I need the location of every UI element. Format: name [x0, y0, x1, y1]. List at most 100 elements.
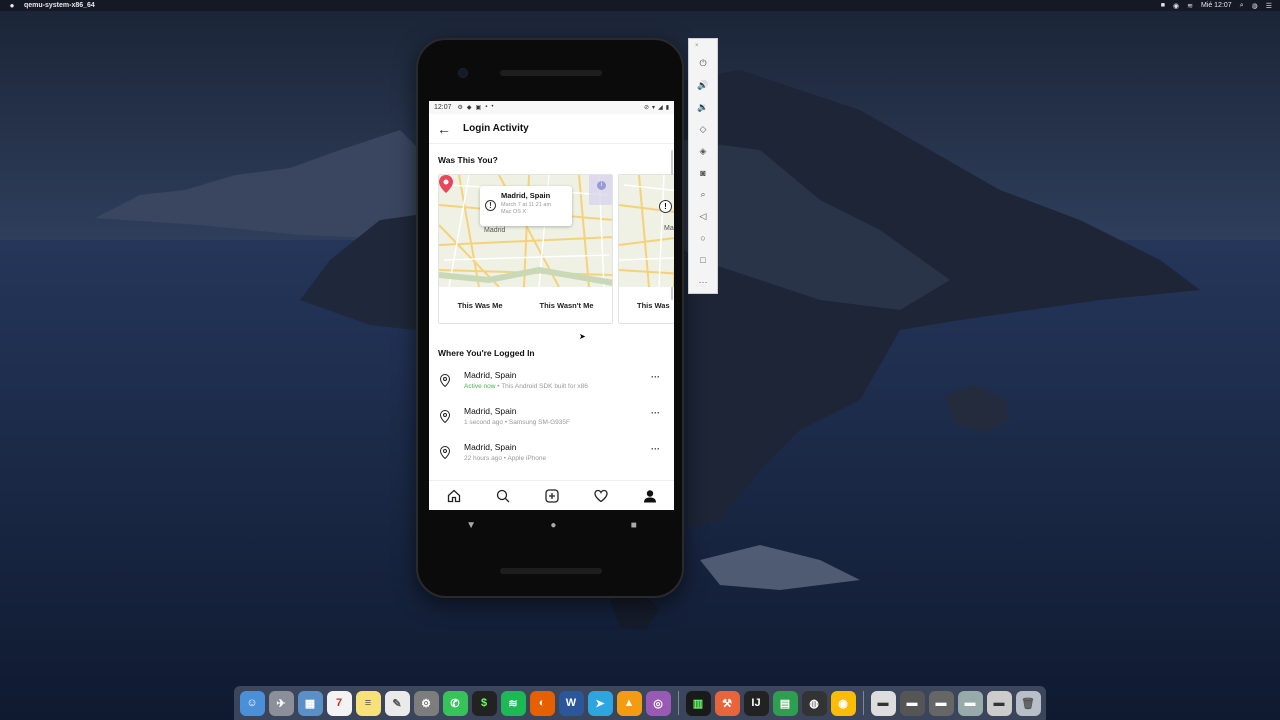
- sd-icon: ▪: [485, 104, 488, 110]
- home-icon[interactable]: ○: [691, 228, 715, 250]
- macos-dock: ☺ ✈ ▦ 7 ≡ ✎ ⚙ ✆ $ ≋ ◐ W ➤ ▲ ◎ ▥ ⚒ IJ ▤ ◍…: [234, 686, 1046, 720]
- more-icon[interactable]: ···: [691, 271, 715, 293]
- wifi-icon[interactable]: ≋: [1187, 2, 1193, 10]
- profile-icon[interactable]: [638, 484, 662, 508]
- status-notification-icons: ⚙ ◆ ▣ ▪ •: [458, 104, 494, 111]
- siri-icon[interactable]: ◍: [1252, 2, 1258, 10]
- more-options-icon[interactable]: ···: [651, 442, 665, 454]
- android-back-icon[interactable]: ▼: [466, 520, 476, 531]
- trash-icon[interactable]: 🗑: [1015, 690, 1041, 716]
- word-icon[interactable]: W: [558, 690, 584, 716]
- session-meta: Active now • This Android SDK built for …: [464, 383, 651, 390]
- top-speaker: [500, 70, 602, 76]
- notes-icon[interactable]: ≡: [355, 690, 381, 716]
- bubble-city: Madrid, Spain: [501, 191, 551, 200]
- spotify-icon[interactable]: ≋: [500, 690, 526, 716]
- folder-icon[interactable]: ▬: [899, 690, 925, 716]
- status-time: 12:07: [434, 104, 452, 111]
- menu-clock[interactable]: Mié 12:07: [1201, 2, 1232, 9]
- was-this-you-heading: Was This You?: [438, 155, 498, 165]
- activity-monitor-icon[interactable]: ▥: [685, 690, 711, 716]
- session-city: Madrid, Spain: [464, 406, 517, 416]
- login-activity-content[interactable]: Was This You? i ! Madrid, Spain March 7 …: [429, 144, 674, 466]
- power-icon[interactable]: ⏻: [691, 53, 715, 75]
- card-actions: This Was: [619, 287, 674, 323]
- volume-up-icon[interactable]: 🔊: [691, 75, 715, 97]
- intellij-icon[interactable]: IJ: [743, 690, 769, 716]
- status-system-icons: ⊘ ▾ ◢ ▮: [644, 104, 669, 111]
- session-row[interactable]: Madrid, Spain 1 second ago • Samsung SM-…: [438, 406, 665, 442]
- preview-icon[interactable]: ▦: [297, 690, 323, 716]
- android-home-icon[interactable]: ●: [550, 520, 556, 531]
- more-options-icon[interactable]: ···: [651, 370, 665, 382]
- this-wasnt-me-button[interactable]: This Wasn't Me: [540, 301, 594, 310]
- finder-icon[interactable]: ☺: [239, 690, 265, 716]
- mouse-cursor-icon: ➤: [579, 332, 586, 341]
- page-title: Login Activity: [463, 123, 529, 134]
- shield-icon: ◆: [466, 105, 472, 111]
- bottom-navigation: [429, 480, 674, 510]
- vlc-icon[interactable]: ▲: [616, 690, 642, 716]
- session-row[interactable]: Madrid, Spain 22 hours ago • Apple iPhon…: [438, 442, 665, 466]
- home-icon[interactable]: [442, 484, 466, 508]
- activity-heart-icon[interactable]: [589, 484, 613, 508]
- this-was-me-button[interactable]: This Was Me: [457, 301, 502, 310]
- camera-icon[interactable]: ◙: [691, 162, 715, 184]
- screen-record-icon[interactable]: ■: [1161, 2, 1165, 9]
- zoom-icon[interactable]: ⌕: [691, 184, 715, 206]
- launchpad-icon[interactable]: ✈: [268, 690, 294, 716]
- location-outline-icon: [438, 406, 464, 428]
- session-city: Madrid, Spain: [464, 370, 517, 380]
- search-icon[interactable]: [491, 484, 515, 508]
- folder-icon[interactable]: ▬: [928, 690, 954, 716]
- this-was-me-button[interactable]: This Was: [637, 301, 670, 310]
- spotlight-icon[interactable]: ⌕: [1240, 2, 1244, 10]
- mute-icon: ⊘: [644, 105, 650, 111]
- back-icon[interactable]: ◁: [691, 206, 715, 228]
- map-info-icon[interactable]: i: [597, 181, 606, 190]
- folder-icon[interactable]: ▬: [986, 690, 1012, 716]
- bubble-time: March 7 at 11:21 am: [501, 202, 552, 208]
- login-map[interactable]: i ! Madrid, Spain March 7 at 11:21 am Ma…: [439, 175, 612, 287]
- signal-icon: ◢: [658, 105, 663, 111]
- whatsapp-icon[interactable]: ✆: [442, 690, 468, 716]
- location-outline-icon: [438, 442, 464, 464]
- instruments-icon[interactable]: ⚒: [714, 690, 740, 716]
- rotate-right-icon[interactable]: ◈: [691, 140, 715, 162]
- firefox-icon[interactable]: ◐: [529, 690, 555, 716]
- rotate-left-icon[interactable]: ◇: [691, 118, 715, 140]
- numbers-icon[interactable]: ▤: [772, 690, 798, 716]
- menu-app-name[interactable]: qemu-system-x86_64: [24, 2, 95, 9]
- folder-icon[interactable]: ▬: [957, 690, 983, 716]
- chrome-icon[interactable]: ◉: [830, 690, 856, 716]
- session-detail: 22 hours ago • Apple iPhone: [464, 455, 547, 462]
- vpn-icon[interactable]: ◉: [1173, 2, 1179, 10]
- macos-menu-bar: ● qemu-system-x86_64 ■ ◉ ≋ Mié 12:07 ⌕ ◍…: [0, 0, 1280, 11]
- suspicious-login-carousel[interactable]: i ! Madrid, Spain March 7 at 11:21 am Ma…: [438, 174, 674, 324]
- login-map-partial[interactable]: ! Ma: [619, 175, 674, 287]
- dock-separator: [862, 691, 864, 715]
- terminal-icon[interactable]: $: [471, 690, 497, 716]
- back-arrow-icon[interactable]: ←: [437, 121, 463, 137]
- textedit-icon[interactable]: ✎: [384, 690, 410, 716]
- volume-down-icon[interactable]: 🔉: [691, 97, 715, 119]
- apple-menu-icon[interactable]: ●: [8, 1, 16, 10]
- overview-icon[interactable]: □: [691, 249, 715, 271]
- calendar-icon[interactable]: 7: [326, 690, 352, 716]
- control-center-icon[interactable]: ☰: [1266, 2, 1272, 10]
- session-detail: • This Android SDK built for x86: [495, 383, 588, 390]
- logged-in-heading: Where You're Logged In: [438, 348, 535, 358]
- session-row[interactable]: Madrid, Spain Active now • This Android …: [438, 370, 665, 406]
- close-icon[interactable]: ×: [695, 43, 699, 53]
- obs-icon[interactable]: ◍: [801, 690, 827, 716]
- add-post-icon[interactable]: [540, 484, 564, 508]
- more-options-icon[interactable]: ···: [651, 406, 665, 418]
- system-preferences-icon[interactable]: ⚙: [413, 690, 439, 716]
- android-navigation-bar: ▼ ● ■: [429, 512, 674, 538]
- android-recents-icon[interactable]: ■: [631, 520, 637, 531]
- map-city-label: Ma: [664, 225, 674, 232]
- folder-icon[interactable]: ▬: [870, 690, 896, 716]
- telegram-icon[interactable]: ➤: [587, 690, 613, 716]
- podcasts-icon[interactable]: ◎: [645, 690, 671, 716]
- location-outline-icon: [438, 370, 464, 392]
